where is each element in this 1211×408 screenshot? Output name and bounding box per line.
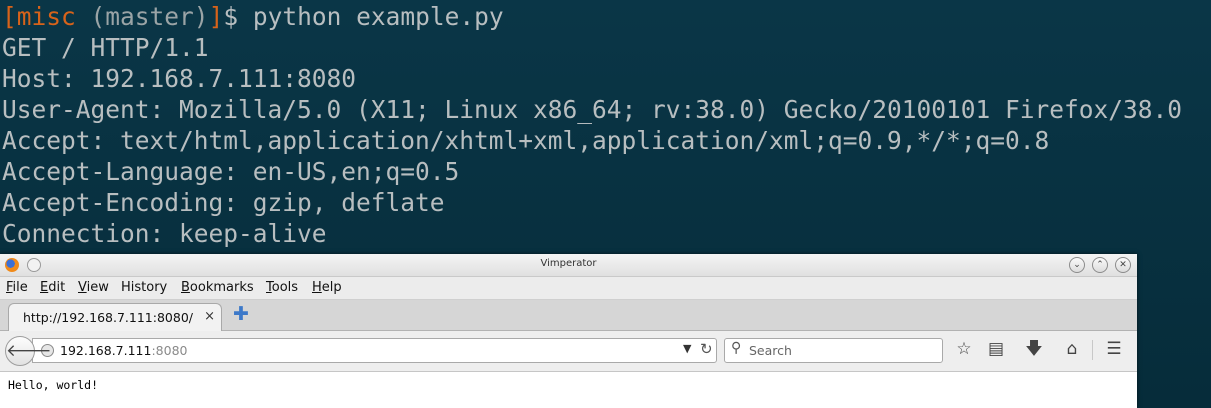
terminal-output-line: Accept: text/html,application/xhtml+xml,…	[2, 126, 1050, 155]
search-icon[interactable]: ⚲	[731, 340, 741, 356]
menu-accel: E	[40, 280, 49, 295]
prompt-symbol: $	[223, 2, 239, 31]
prompt-close-bracket: ]	[208, 2, 224, 31]
tab-strip: http://192.168.7.111:8080/ × ✚	[0, 300, 1137, 331]
navigation-toolbar: 192.168.7.111:8080 ▼ ↻ 🡐 ⚲ ☆ ▤ 🡇 ⌂ ☰	[0, 331, 1137, 372]
menu-label: elp	[321, 280, 342, 295]
prompt-directory: misc	[16, 2, 76, 31]
menu-accel: H	[312, 280, 322, 295]
search-input[interactable]	[749, 342, 935, 358]
search-bar[interactable]: ⚲	[724, 338, 943, 363]
prompt-open-bracket: [	[2, 2, 17, 31]
menu-bar: File Edit View History Bookmarks Tools H…	[0, 277, 1137, 300]
terminal-output-line: Host: 192.168.7.111:8080	[2, 64, 357, 93]
terminal-prompt-line: [misc (master)]$ python example.py	[2, 1, 504, 32]
terminal-output-line: Accept-Encoding: gzip, deflate	[2, 188, 445, 217]
url-text: 192.168.7.111:8080	[60, 343, 187, 358]
menu-view[interactable]: View	[78, 280, 109, 295]
page-content[interactable]: Hello, world!	[0, 372, 1137, 408]
menu-label: dit	[48, 280, 66, 295]
menu-tools[interactable]: Tools	[266, 280, 298, 295]
menu-history[interactable]: History	[121, 280, 167, 295]
tab-label: http://192.168.7.111:8080/	[23, 310, 193, 325]
menu-help[interactable]: Help	[312, 280, 342, 295]
window-title: Vimperator	[540, 258, 597, 269]
menu-file[interactable]: File	[6, 280, 28, 295]
chevron-down-icon[interactable]: ⌄	[1069, 257, 1085, 273]
new-tab-icon[interactable]: ✚	[233, 305, 249, 324]
menu-label: History	[121, 280, 168, 295]
terminal-output-line: User-Agent: Mozilla/5.0 (X11; Linux x86_…	[2, 95, 1183, 124]
menu-label: ile	[12, 280, 28, 295]
menu-edit[interactable]: Edit	[40, 280, 65, 295]
browser-window: Vimperator ⌄ ⌃ ✕ File Edit View History …	[0, 254, 1137, 408]
menu-label: ookmarks	[189, 280, 254, 295]
menu-label: ools	[271, 280, 299, 295]
chevron-up-icon[interactable]: ⌃	[1092, 257, 1108, 273]
menu-icon[interactable]: ☰	[1104, 339, 1124, 359]
close-icon[interactable]: ✕	[1115, 257, 1131, 273]
back-button[interactable]: 🡐	[5, 336, 52, 366]
page-text: Hello, world!	[8, 378, 99, 392]
star-icon[interactable]: ☆	[954, 339, 974, 359]
reading-list-icon[interactable]: ▤	[986, 339, 1006, 359]
tab-close-icon[interactable]: ×	[204, 309, 215, 324]
tab-active[interactable]: http://192.168.7.111:8080/ ×	[8, 303, 222, 331]
terminal-output-line: Connection: keep-alive	[2, 219, 327, 248]
menu-bookmarks[interactable]: Bookmarks	[181, 280, 254, 295]
menu-accel: V	[78, 280, 87, 295]
download-icon[interactable]: 🡇	[1024, 339, 1044, 359]
terminal-output-line: GET / HTTP/1.1	[2, 33, 209, 62]
window-titlebar[interactable]: Vimperator ⌄ ⌃ ✕	[0, 254, 1137, 277]
url-port: :8080	[151, 343, 188, 358]
url-host: 192.168.7.111	[60, 343, 152, 358]
url-bar[interactable]: 192.168.7.111:8080 ▼ ↻	[32, 338, 717, 363]
home-icon[interactable]: ⌂	[1062, 339, 1082, 359]
toolbar-separator	[1092, 340, 1093, 360]
menu-accel: B	[181, 280, 190, 295]
reload-icon[interactable]: ↻	[700, 340, 713, 358]
menu-label: iew	[86, 280, 109, 295]
dropdown-arrow-icon[interactable]: ▼	[683, 342, 691, 355]
terminal-output-line: Accept-Language: en-US,en;q=0.5	[2, 157, 460, 186]
prompt-command: python example.py	[252, 2, 504, 31]
back-arrow-icon: 🡐	[6, 341, 52, 361]
prompt-branch: (master)	[90, 2, 209, 31]
